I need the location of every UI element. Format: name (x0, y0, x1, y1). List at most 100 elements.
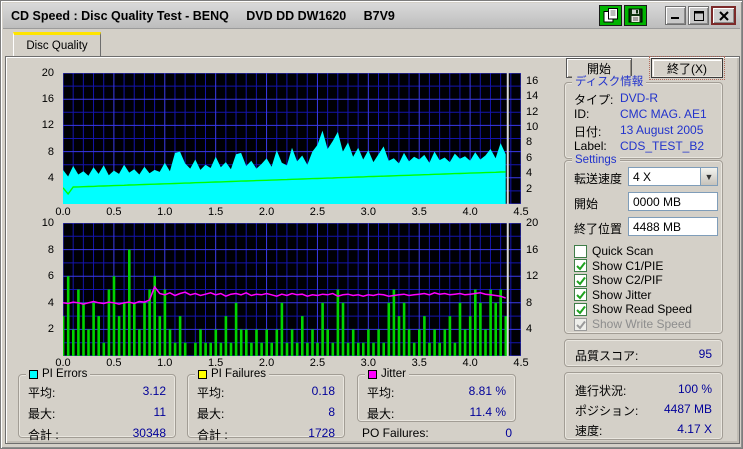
axis-tick-label: 3.0 (360, 206, 376, 218)
pi-failures-bar (143, 302, 146, 356)
close-button[interactable] (711, 6, 736, 25)
checkbox-show-c1-pie[interactable]: Show C1/PIE (574, 259, 718, 273)
stat-label: 最大: (367, 407, 395, 421)
axis-tick-label: 4 (526, 323, 533, 336)
tab-strip: Disc Quality (5, 31, 738, 56)
disc-info-row: 日付: 13 August 2005 (574, 123, 716, 139)
copy-icon[interactable] (599, 5, 622, 26)
save-icon[interactable] (624, 5, 647, 26)
axis-tick-label: 4 (47, 171, 54, 184)
stat-label: 平均: (28, 386, 56, 400)
pi-failures-legend: PI Failures (195, 368, 269, 381)
checkbox-label: Show C2/PIF (592, 273, 663, 288)
pi-failures-bar (204, 342, 207, 356)
pi-failures-bar (448, 316, 452, 356)
chart2-x-axis: 0.0 0.5 1.0 1.5 2.0 2.5 3.0 3.5 4.0 4.5 (55, 357, 528, 370)
quality-score-value: 95 (698, 347, 712, 361)
pi-errors-title: PI Errors (42, 368, 88, 380)
pi-failures-bar (346, 342, 350, 356)
maximize-button[interactable] (688, 6, 709, 25)
start-button[interactable]: 開始 (566, 58, 632, 78)
axis-tick-label: 16 (526, 243, 539, 256)
axis-tick-label: 1.0 (157, 206, 173, 218)
pi-failures-bar (336, 289, 340, 356)
pi-failures-bar (229, 342, 233, 356)
chevron-down-icon[interactable]: ▼ (700, 168, 717, 185)
pi-failures-bar (255, 329, 258, 356)
maximize-icon (693, 10, 704, 21)
pi-failures-bar (499, 289, 502, 356)
axis-tick-label: 4 (47, 296, 54, 309)
stat-row: 平均: 0.18 (197, 384, 335, 400)
check-icon (576, 305, 586, 315)
pi-failures-bar (97, 316, 100, 356)
stat-row: 最大: 11 (28, 405, 166, 421)
axis-tick-label: 2.5 (309, 357, 326, 369)
chart1-right-axis: 16 14 12 10 8 6 4 2 (522, 73, 556, 204)
settings-group: Settings 転送速度 4 X ▼ 開始 終了位置 Quick ScanSh… (564, 154, 723, 334)
stat-value: 8.81 % (468, 384, 506, 398)
pi-failures-bar (331, 342, 335, 356)
disc-info-label: ID: (574, 107, 590, 121)
axis-tick-label: 2.0 (258, 206, 275, 218)
pi-failures-bar (392, 289, 396, 356)
pi-failures-bar (387, 302, 391, 356)
pi-failures-bar (133, 302, 136, 356)
checkbox-show-write-speed: Show Write Speed (574, 317, 718, 331)
pi-failures-bar (377, 329, 380, 356)
start-position-input[interactable] (628, 192, 718, 211)
status-value: 4.17 X (677, 422, 712, 436)
pi-failures-bar (250, 342, 253, 356)
pi-failures-bar (234, 302, 238, 356)
axis-tick-label: 2 (47, 323, 54, 336)
end-position-input[interactable] (628, 217, 718, 236)
pi-failures-bar (107, 289, 111, 356)
chart2-left-axis: 10 8 6 4 2 (6, 217, 59, 356)
tab-label: Disc Quality (26, 39, 88, 52)
pi-failures-bar (306, 342, 309, 356)
minimize-button[interactable] (665, 6, 686, 25)
pi-failures-bar (407, 329, 411, 356)
checkbox-quick-scan[interactable]: Quick Scan (574, 244, 718, 258)
speed-select[interactable]: 4 X ▼ (628, 167, 718, 186)
pi-failures-bar (397, 316, 401, 356)
pi-failures-bar (285, 342, 289, 356)
checkbox-show-c2-pif[interactable]: Show C2/PIF (574, 273, 718, 287)
axis-tick-label: 4 (526, 167, 533, 180)
pi-failures-bar (280, 302, 284, 356)
axis-tick-label: 2 (526, 182, 533, 195)
disc-info-value: 13 August 2005 (620, 123, 704, 137)
pi-failures-bar (433, 329, 436, 356)
pi-errors-legend: PI Errors (26, 368, 91, 381)
pi-failures-bar (453, 342, 457, 356)
pi-failures-bar (474, 289, 477, 356)
chart1-left-axis: 20 16 12 8 4 (6, 67, 59, 204)
tab-disc-quality[interactable]: Disc Quality (13, 32, 101, 56)
speed-value: 4 X (633, 169, 652, 184)
progress-group: 進行状況: 100 % ポジション: 4487 MB 速度: 4.17 X (564, 372, 723, 440)
copy-icon (603, 8, 618, 23)
checkbox-show-jitter[interactable]: Show Jitter (574, 288, 718, 302)
pi-failures-bar (321, 302, 324, 356)
stat-label: 合計 : (28, 428, 59, 442)
axis-tick-label: 6 (526, 151, 533, 164)
pi-failures-bar (351, 329, 355, 356)
disc-info-row: ID: CMC MAG. AE1 (574, 107, 716, 122)
check-icon (576, 291, 586, 300)
start-position-label: 開始 (574, 197, 599, 211)
pi-failures-bar (173, 342, 177, 356)
pi-failures-bar (489, 289, 492, 356)
pi-failures-bar (458, 302, 462, 356)
exit-button[interactable]: 終了(X) (649, 56, 725, 80)
po-failures-row: PO Failures: 0 (362, 426, 512, 440)
pi-failures-bar (77, 289, 80, 356)
pi-errors-color-swatch (29, 370, 38, 379)
jitter-stats-box: Jitter 平均: 8.81 % 最大: 11.4 % (357, 368, 516, 422)
status-label: 速度: (575, 424, 603, 438)
pi-failures-title: PI Failures (211, 368, 266, 380)
pi-errors-chart (63, 73, 521, 204)
jitter-title: Jitter (381, 368, 406, 380)
axis-tick-label: 16 (41, 93, 54, 106)
checkbox-show-read-speed[interactable]: Show Read Speed (574, 302, 718, 316)
pi-failures-bar (122, 302, 126, 356)
